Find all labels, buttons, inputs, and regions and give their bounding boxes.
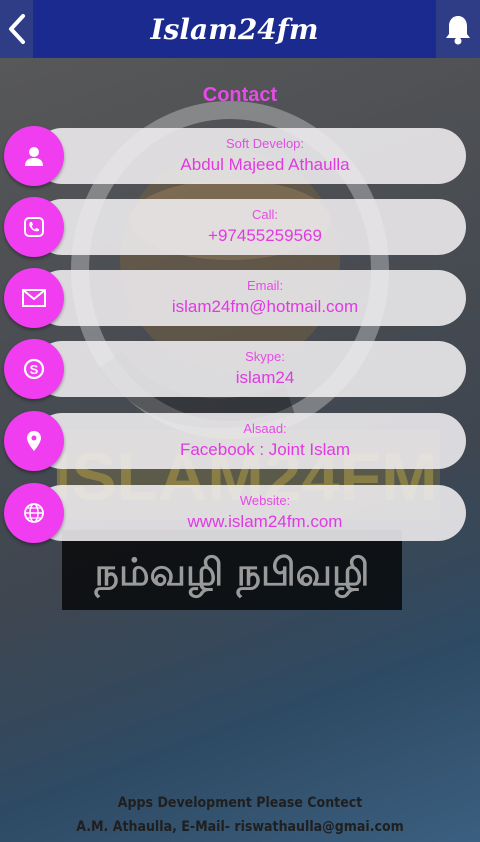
contact-row-facebook[interactable]: Alsaad: Facebook : Joint Islam bbox=[4, 411, 466, 471]
contact-label: Website: bbox=[239, 493, 291, 508]
contact-row-call[interactable]: Call: +97455259569 bbox=[4, 197, 466, 257]
skype-icon: S bbox=[23, 358, 45, 380]
phone-icon bbox=[24, 217, 44, 237]
contact-value: www.islam24fm.com bbox=[187, 512, 343, 531]
contact-label: Soft Develop: bbox=[225, 136, 305, 151]
contact-row-email[interactable]: Email: islam24fm@hotmail.com bbox=[4, 268, 466, 328]
mail-icon bbox=[22, 289, 46, 307]
icon-circle bbox=[4, 411, 64, 471]
contact-row-website[interactable]: Website: www.islam24fm.com bbox=[4, 483, 466, 543]
contact-value: Abdul Majeed Athaulla bbox=[180, 155, 350, 174]
contact-value: islam24 bbox=[235, 368, 295, 387]
contact-row-skype[interactable]: S Skype: islam24 bbox=[4, 339, 466, 399]
contact-label: Email: bbox=[246, 278, 284, 293]
contact-label: Call: bbox=[251, 207, 278, 222]
icon-circle bbox=[4, 483, 64, 543]
bell-icon bbox=[446, 16, 470, 45]
icon-circle: S bbox=[4, 339, 64, 399]
contact-row-developer[interactable]: Soft Develop: Abdul Majeed Athaulla bbox=[4, 126, 466, 186]
icon-circle bbox=[4, 268, 64, 328]
location-pin-icon bbox=[27, 431, 41, 451]
icon-circle bbox=[4, 197, 64, 257]
globe-icon bbox=[24, 503, 44, 523]
svg-text:S: S bbox=[30, 362, 39, 377]
contact-value: Facebook : Joint Islam bbox=[179, 440, 351, 459]
contact-value: +97455259569 bbox=[208, 226, 322, 245]
app-title: Islam24fm bbox=[150, 12, 319, 46]
contact-label: Alsaad: bbox=[243, 421, 287, 436]
person-icon bbox=[25, 147, 43, 166]
contact-title: Contact bbox=[202, 84, 278, 106]
footer-line-2: A.M. Athaulla, E-Mail- riswathaulla@gmai… bbox=[76, 819, 404, 835]
contact-label: Skype: bbox=[245, 349, 285, 364]
top-bar: Islam24fm bbox=[0, 0, 480, 58]
chevron-left-icon bbox=[8, 14, 25, 44]
icon-circle bbox=[4, 126, 64, 186]
footer-line-1: Apps Development Please Contect bbox=[117, 795, 363, 811]
background-tagline: நம்வழி நபிவழி bbox=[94, 550, 370, 599]
contact-value: islam24fm@hotmail.com bbox=[171, 297, 359, 316]
notifications-button[interactable] bbox=[436, 0, 480, 58]
back-button[interactable] bbox=[0, 0, 33, 58]
